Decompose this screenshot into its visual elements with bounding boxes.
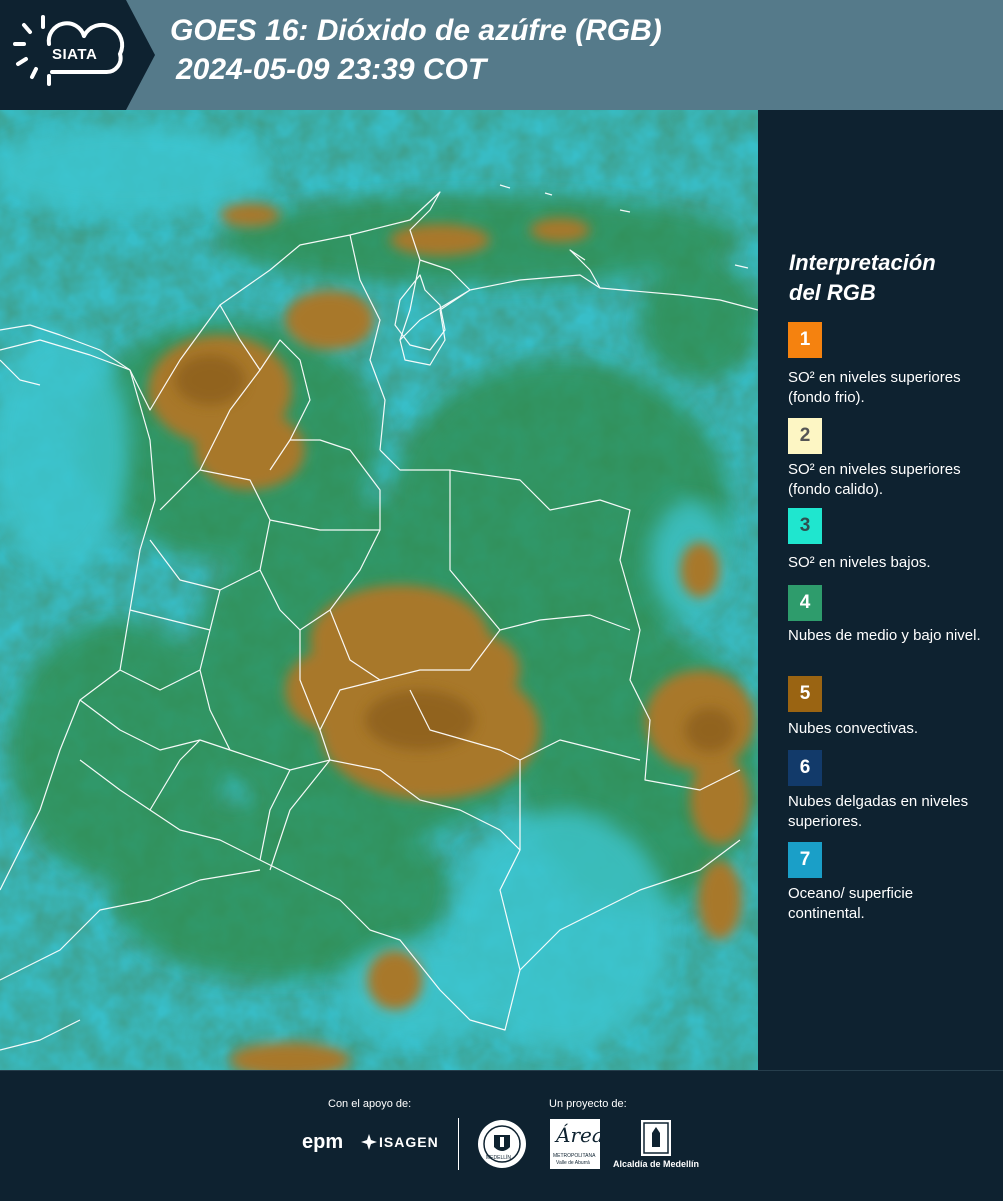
legend-label-2: SO² en niveles superiores (fondo calido)… [788,461,961,498]
legend-label-1: SO² en niveles superiores (fondo frio). [788,369,961,406]
alcaldia-logo-text: Alcaldía de Medellín [613,1159,700,1169]
page-title: GOES 16: Dióxido de azúfre (RGB) [170,14,662,47]
legend-title: Interpretación del RGB [789,248,936,308]
legend-swatch-1: 1 [788,322,822,358]
legend-label-3: SO² en niveles bajos. [788,554,931,571]
legend-label-7: Oceano/ superficie continental. [788,885,914,922]
isagen-icon [361,1134,377,1150]
medellin-seal-icon[interactable] [477,1119,527,1169]
legend-swatch-5: 5 [788,676,822,712]
siata-logo[interactable]: SIATA [0,0,155,110]
area-metropolitana-logo[interactable]: Área METROPOLITANA Valle de Aburrá [550,1119,604,1169]
legend-label-6: Nubes delgadas en niveles superiores. [788,793,969,830]
legend-swatch-4: 4 [788,585,822,621]
page-timestamp: 2024-05-09 23:39 COT [176,53,487,86]
legend-swatch-3: 3 [788,508,822,544]
legend-title-line2: del RGB [789,280,876,305]
legend-label-5: Nubes convectivas. [788,720,919,737]
siata-logo-text: SIATA [52,46,98,63]
legend-title-line1: Interpretación [789,250,936,275]
legend-panel: Interpretación del RGB 1 SO² en niveles … [760,110,1003,1070]
footer-divider [458,1118,459,1170]
alcaldia-crest-icon[interactable] [640,1119,672,1157]
header: SIATA GOES 16: Dióxido de azúfre (RGB) 2… [0,0,1003,110]
isagen-logo[interactable]: ISAGEN [379,1134,439,1150]
goes16-so2-rgb-image [0,110,758,1070]
area-logo-script: Área [556,1123,604,1147]
area-logo-sub1: METROPOLITANA [553,1153,596,1159]
area-logo-sub2: Valle de Aburrá [556,1160,590,1166]
legend-swatch-7: 7 [788,842,822,878]
epm-logo[interactable]: epm [302,1131,343,1154]
medellin-seal-text: MEDELLÍN [486,1155,512,1161]
project-caption: Un proyecto de: [549,1098,627,1110]
footer: Con el apoyo de: Un proyecto de: epm ISA… [0,1070,1003,1201]
legend-label-4: Nubes de medio y bajo nivel. [788,627,981,644]
legend-swatch-2: 2 [788,418,822,454]
satellite-map[interactable] [0,110,758,1070]
legend-swatch-6: 6 [788,750,822,786]
support-caption: Con el apoyo de: [328,1098,412,1110]
